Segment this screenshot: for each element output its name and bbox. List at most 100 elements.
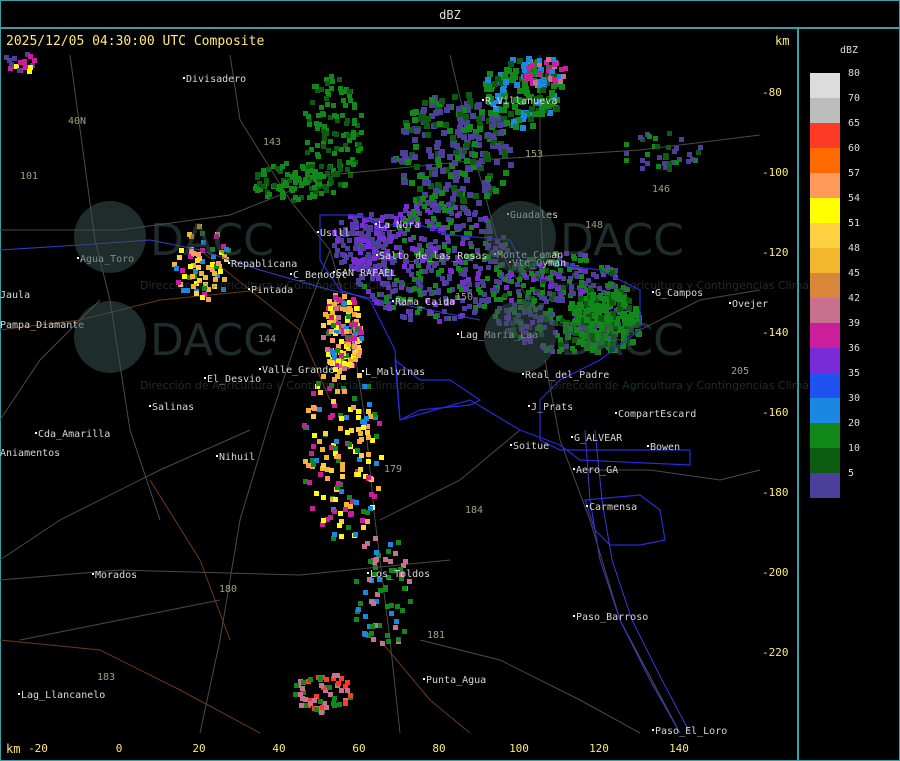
- x-tick-label: 100: [509, 742, 529, 755]
- echo-cell: [314, 491, 319, 496]
- echo-cell: [431, 216, 436, 221]
- echo-cell: [371, 637, 376, 642]
- echo-cell: [307, 122, 312, 127]
- echo-cell: [319, 191, 324, 196]
- echo-cell: [318, 472, 323, 477]
- echo-cell: [385, 633, 390, 638]
- echo-cell: [321, 144, 326, 149]
- echo-cell: [468, 241, 473, 246]
- place-label: Carmensa: [589, 502, 637, 513]
- echo-cell: [544, 299, 549, 304]
- y-tick-label: -220: [762, 646, 789, 659]
- place-marker: [317, 231, 319, 233]
- echo-cell: [435, 157, 441, 163]
- echo-cell: [473, 264, 478, 269]
- echo-cell: [348, 173, 353, 178]
- legend-swatch: [810, 248, 840, 273]
- echo-cell: [352, 102, 357, 107]
- echo-cell: [200, 295, 205, 300]
- echo-cell: [367, 259, 372, 264]
- echo-cell: [357, 373, 362, 378]
- echo-cell: [358, 467, 363, 472]
- watermark-emblem: [74, 301, 146, 373]
- echo-cell: [348, 512, 353, 517]
- echo-cell: [339, 534, 344, 539]
- echo-cell: [360, 223, 365, 228]
- place-marker: [573, 615, 575, 617]
- echo-cell: [497, 270, 502, 275]
- echo-cell: [442, 244, 447, 249]
- echo-cell: [460, 205, 465, 210]
- echo-cell: [348, 693, 353, 698]
- place-marker: [586, 505, 588, 507]
- echo-cell: [470, 113, 476, 119]
- echo-cell: [426, 147, 432, 153]
- echo-cell: [647, 134, 652, 139]
- echo-cell: [560, 298, 565, 303]
- echo-cell: [439, 201, 444, 206]
- echo-cell: [353, 532, 358, 537]
- echo-cell: [315, 182, 320, 187]
- echo-cell: [332, 113, 337, 118]
- place-marker: [423, 678, 425, 680]
- echo-cell: [638, 135, 643, 140]
- echo-cell: [9, 62, 14, 67]
- route-number: 150: [455, 292, 473, 303]
- place-marker: [77, 257, 79, 259]
- echo-cell: [462, 171, 468, 177]
- echo-cell: [482, 187, 488, 193]
- echo-cell: [341, 98, 346, 103]
- echo-cell: [331, 190, 336, 195]
- echo-cell: [447, 128, 453, 134]
- echo-cell: [299, 183, 304, 188]
- legend-title: dBZ: [840, 45, 859, 56]
- echo-cell: [383, 585, 388, 590]
- echo-cell: [400, 314, 405, 319]
- echo-cell: [447, 288, 452, 293]
- echo-cell: [495, 143, 501, 149]
- echo-cell: [433, 283, 438, 288]
- echo-cell: [664, 155, 669, 160]
- watermark-logo: DACC: [560, 315, 684, 366]
- echo-cell: [349, 363, 354, 368]
- echo-cell: [347, 89, 352, 94]
- echo-cell: [351, 405, 356, 410]
- echo-cell: [640, 166, 645, 171]
- timestamp-header: 2025/12/05 04:30:00 UTC Composite: [6, 34, 265, 49]
- echo-cell: [674, 160, 679, 165]
- legend-label: 5: [848, 468, 855, 479]
- place-label: Jaula: [0, 290, 30, 301]
- radar-map[interactable]: DivisaderoR_VillanuevaGuadalesAgua_ToroU…: [0, 0, 900, 761]
- echo-cell: [549, 296, 554, 301]
- echo-cell: [440, 168, 446, 174]
- echo-cell: [321, 112, 326, 117]
- echo-cell: [540, 290, 545, 295]
- echo-cell: [370, 293, 375, 298]
- echo-cell: [329, 468, 334, 473]
- place-label: Paso_El_Loro: [655, 726, 727, 737]
- echo-cell: [325, 476, 330, 481]
- echo-cell: [464, 142, 470, 148]
- echo-cell: [462, 306, 467, 311]
- echo-cell: [466, 126, 472, 132]
- echo-cell: [492, 81, 498, 87]
- route-number: 143: [263, 137, 281, 148]
- echo-cell: [458, 119, 464, 125]
- echo-cell: [17, 68, 22, 73]
- echo-cell: [394, 619, 399, 624]
- echo-cell: [463, 286, 468, 291]
- echo-cell: [334, 146, 339, 151]
- y-tick-label: -200: [762, 566, 789, 579]
- place-label: J_Prats: [531, 402, 573, 413]
- place-label: Ovejer: [732, 299, 768, 310]
- echo-cell: [453, 205, 458, 210]
- legend-label: 51: [848, 218, 861, 229]
- echo-cell: [469, 225, 474, 230]
- echo-cell: [460, 280, 465, 285]
- legend-label: 65: [848, 118, 861, 129]
- place-label: Rama_Caida: [395, 297, 455, 308]
- echo-cell: [344, 415, 349, 420]
- echo-cell: [517, 293, 522, 298]
- x-tick-label: -20: [28, 742, 48, 755]
- echo-cell: [446, 202, 451, 207]
